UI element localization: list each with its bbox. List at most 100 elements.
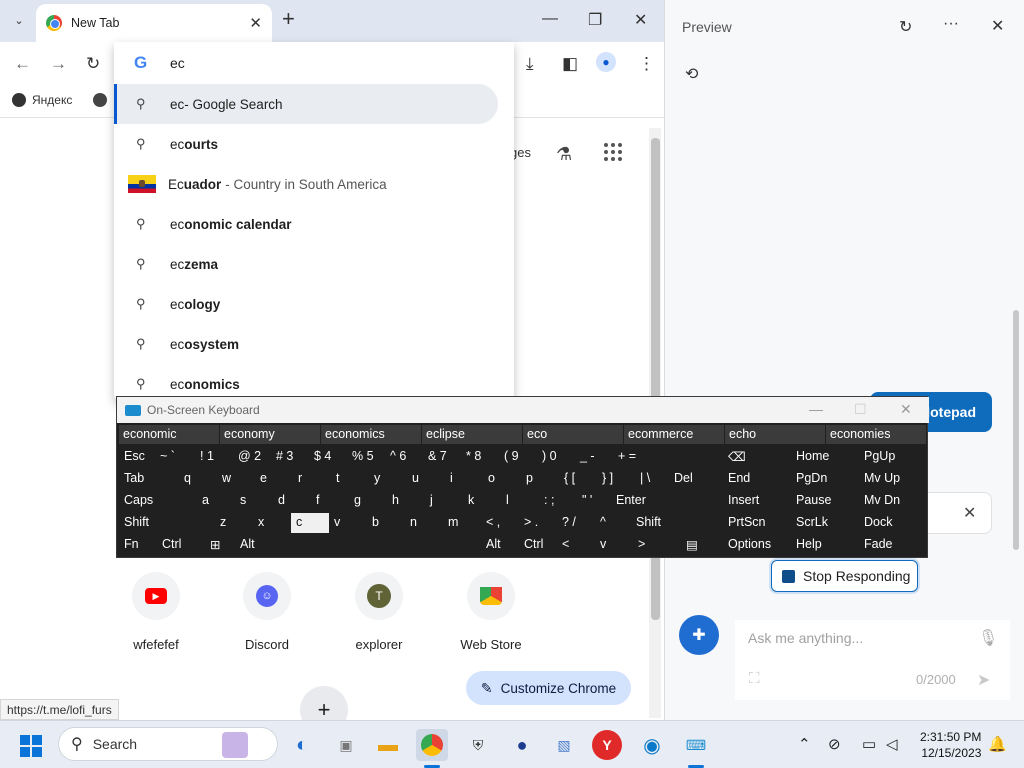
tab-search-button[interactable]: ⌄ bbox=[6, 7, 32, 33]
minimize-icon[interactable]: — bbox=[809, 401, 823, 417]
osk-key[interactable]: Ctrl bbox=[157, 535, 203, 555]
new-chat-icon[interactable]: ✚ bbox=[679, 615, 719, 655]
image-viewer-icon[interactable]: ▧ bbox=[548, 729, 580, 761]
osk-key[interactable]: ( 9 bbox=[499, 447, 537, 467]
omnibox-suggestion[interactable]: ⚲ ec - Google Search bbox=[114, 84, 498, 124]
osk-key[interactable]: h bbox=[387, 491, 425, 511]
osk-key[interactable]: } ] bbox=[597, 469, 635, 489]
osk-key[interactable]: v bbox=[329, 513, 367, 533]
osk-key[interactable]: Fn bbox=[119, 535, 157, 555]
chrome-taskbar-icon[interactable] bbox=[416, 729, 448, 761]
osk-key[interactable]: ScrLk bbox=[791, 513, 857, 533]
osk-key[interactable]: Tab bbox=[119, 469, 179, 489]
osk-key[interactable]: Esc bbox=[119, 447, 155, 467]
chat-input-box[interactable]: Ask me anything... 🎙 ⛶ 0/2000 ➤ bbox=[735, 620, 1010, 700]
osk-taskbar-icon[interactable]: ⌨ bbox=[680, 729, 712, 761]
osk-key[interactable]: Enter bbox=[611, 491, 721, 511]
osk-key[interactable]: e bbox=[255, 469, 293, 489]
yandex-browser-icon[interactable]: Y bbox=[592, 730, 622, 760]
prediction-item[interactable]: eco bbox=[523, 425, 623, 444]
osk-key[interactable]: ▤ bbox=[681, 535, 719, 555]
prediction-item[interactable]: echo bbox=[725, 425, 825, 444]
osk-key[interactable]: Alt bbox=[235, 535, 475, 555]
close-tab-icon[interactable]: ✕ bbox=[249, 14, 262, 32]
osk-key[interactable]: Insert bbox=[723, 491, 789, 511]
osk-key[interactable]: Help bbox=[791, 535, 857, 555]
new-tab-button[interactable]: + bbox=[282, 8, 295, 30]
tab-new-tab[interactable]: New Tab ✕ bbox=[36, 4, 272, 42]
shortcut-discord[interactable]: ☺ Discord bbox=[232, 572, 302, 652]
osk-key[interactable]: < bbox=[557, 535, 595, 555]
file-explorer-icon[interactable]: ▬ bbox=[372, 729, 404, 761]
prediction-item[interactable]: economies bbox=[826, 425, 926, 444]
task-view-icon[interactable]: ▣ bbox=[330, 729, 362, 761]
osk-key[interactable]: $ 4 bbox=[309, 447, 347, 467]
reload-icon[interactable]: ↻ bbox=[86, 54, 100, 74]
omnibox-suggestion[interactable]: ⚲ ec ourts bbox=[114, 124, 514, 164]
osk-key[interactable]: m bbox=[443, 513, 481, 533]
osk-key[interactable]: Caps bbox=[119, 491, 197, 511]
windows-start-icon[interactable] bbox=[20, 735, 42, 757]
osk-key[interactable]: q bbox=[179, 469, 217, 489]
osk-key[interactable]: j bbox=[425, 491, 463, 511]
osk-key[interactable]: Options bbox=[723, 535, 789, 555]
edge-beta-icon[interactable]: ◐ bbox=[286, 729, 318, 761]
prediction-item[interactable]: ecommerce bbox=[624, 425, 724, 444]
download-icon[interactable]: ⤓ bbox=[526, 54, 534, 74]
osk-key[interactable]: " ' bbox=[577, 491, 615, 511]
osk-key[interactable]: ~ ` bbox=[155, 447, 193, 467]
osk-key[interactable]: f bbox=[311, 491, 349, 511]
osk-key[interactable]: d bbox=[273, 491, 311, 511]
osk-key[interactable]: g bbox=[349, 491, 387, 511]
panel-scrollbar[interactable] bbox=[1013, 310, 1019, 550]
prediction-item[interactable]: economic bbox=[119, 425, 219, 444]
send-icon[interactable]: ➤ bbox=[977, 670, 990, 690]
osk-key[interactable]: p bbox=[521, 469, 559, 489]
osk-key[interactable]: l bbox=[501, 491, 539, 511]
labs-icon[interactable]: ⚗ bbox=[556, 144, 572, 165]
osk-key[interactable]: ! 1 bbox=[195, 447, 233, 467]
taskbar-clock[interactable]: 2:31:50 PM 12/15/2023 bbox=[920, 729, 981, 761]
bookmark-yandex[interactable]: Яндекс bbox=[12, 93, 72, 107]
omnibox-suggestion[interactable]: Ec uador - Country in South America bbox=[114, 164, 514, 204]
osk-key[interactable]: ^ 6 bbox=[385, 447, 423, 467]
osk-key[interactable]: Home bbox=[791, 447, 857, 467]
apps-grid-icon[interactable] bbox=[604, 143, 622, 161]
shortcut-wfefefef[interactable]: ▶ wfefefef bbox=[121, 572, 191, 652]
osk-key[interactable]: PgUp bbox=[859, 447, 925, 467]
osk-key[interactable]: @ 2 bbox=[233, 447, 271, 467]
omnibox-suggestion[interactable]: ⚲ ec zema bbox=[114, 244, 514, 284]
osk-key[interactable]: : ; bbox=[539, 491, 577, 511]
osk-key[interactable]: b bbox=[367, 513, 405, 533]
osk-key[interactable]: s bbox=[235, 491, 273, 511]
osk-key[interactable]: ) 0 bbox=[537, 447, 575, 467]
minimize-icon[interactable]: — bbox=[542, 10, 558, 28]
vpn-app-icon[interactable]: ● bbox=[506, 729, 538, 761]
osk-key[interactable]: * 8 bbox=[461, 447, 499, 467]
osk-key[interactable]: n bbox=[405, 513, 443, 533]
osk-key[interactable]: k bbox=[463, 491, 501, 511]
osk-key[interactable]: t bbox=[331, 469, 369, 489]
omnibox-suggestion[interactable]: ⚲ ec osystem bbox=[114, 324, 514, 364]
menu-icon[interactable]: ⋮ bbox=[638, 54, 655, 74]
bookmark-globe[interactable] bbox=[93, 93, 113, 107]
osk-key[interactable]: ⊞ bbox=[205, 535, 235, 555]
close-icon[interactable]: ✕ bbox=[991, 16, 1004, 36]
prediction-item[interactable]: economics bbox=[321, 425, 421, 444]
microphone-icon[interactable]: 🎙 bbox=[978, 628, 998, 648]
prediction-item[interactable]: eclipse bbox=[422, 425, 522, 444]
osk-key[interactable]: PgDn bbox=[791, 469, 857, 489]
osk-key[interactable]: _ - bbox=[575, 447, 613, 467]
osk-key[interactable]: > bbox=[633, 535, 671, 555]
osk-key[interactable]: i bbox=[445, 469, 483, 489]
osk-key[interactable]: a bbox=[197, 491, 235, 511]
shield-app-icon[interactable]: ⛨ bbox=[462, 729, 494, 761]
side-panel-icon[interactable]: ◧ bbox=[562, 54, 578, 74]
prediction-item[interactable]: economy bbox=[220, 425, 320, 444]
osk-key[interactable]: | \ bbox=[635, 469, 673, 489]
osk-key[interactable]: x bbox=[253, 513, 291, 533]
maximize-icon[interactable]: ☐ bbox=[854, 401, 867, 418]
omnibox-suggestion[interactable]: ⚲ ec ology bbox=[114, 284, 514, 324]
osk-key[interactable]: Dock bbox=[859, 513, 925, 533]
osk-key[interactable]: + = bbox=[613, 447, 651, 467]
